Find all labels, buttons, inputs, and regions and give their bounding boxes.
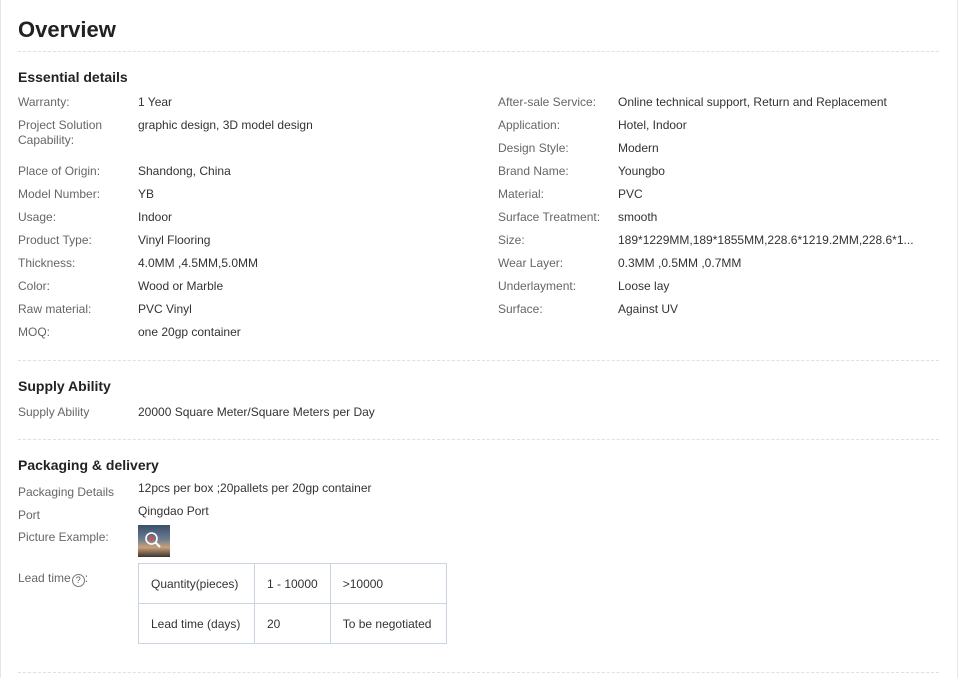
detail-row-after-sale: After-sale Service: Online technical sup…	[498, 95, 938, 118]
detail-value: Wood or Marble	[138, 279, 224, 293]
detail-value: PVC	[618, 187, 643, 201]
table-cell: Quantity(pieces)	[138, 563, 255, 604]
detail-label: Place of Origin:	[18, 164, 101, 178]
detail-row-usage: Usage: Indoor	[18, 210, 488, 233]
detail-label: Design Style:	[498, 141, 569, 155]
detail-row-raw-material: Raw material: PVC Vinyl	[18, 302, 488, 325]
table-cell: Lead time (days)	[138, 603, 255, 644]
detail-row-moq: MOQ: one 20gp container	[18, 325, 488, 348]
detail-value: one 20gp container	[138, 325, 241, 339]
supply-ability-label: Supply Ability	[18, 405, 90, 419]
detail-label: Raw material:	[18, 302, 92, 316]
detail-row-design-style: Design Style: Modern	[498, 141, 938, 164]
detail-label: Project Solution Capability:	[18, 118, 103, 147]
picture-example-thumbnail[interactable]	[138, 525, 170, 557]
detail-label: Product Type:	[18, 233, 92, 247]
supply-ability-section: Supply Ability Supply Ability 20000 Squa…	[18, 361, 939, 439]
detail-row-brand-name: Brand Name: Youngbo	[498, 164, 938, 187]
detail-label: Warranty:	[18, 95, 70, 109]
zoom-in-icon	[145, 532, 161, 548]
detail-value: 0.3MM ,0.5MM ,0.7MM	[618, 256, 742, 270]
help-circle-icon[interactable]: ?	[71, 574, 85, 587]
detail-row-surface-treatment: Surface Treatment: smooth	[498, 210, 938, 233]
detail-row-color: Color: Wood or Marble	[18, 279, 488, 302]
section-title-supply: Supply Ability	[18, 378, 111, 394]
detail-value: Modern	[618, 141, 659, 155]
detail-value: Hotel, Indoor	[618, 118, 687, 132]
table-cell: To be negotiated	[329, 603, 447, 644]
detail-row-warranty: Warranty: 1 Year	[18, 95, 488, 118]
detail-label: Size:	[498, 233, 525, 247]
detail-row-thickness: Thickness: 4.0MM ,4.5MM,5.0MM	[18, 256, 488, 279]
product-details-panel: Overview Essential details Warranty: 1 Y…	[0, 0, 958, 678]
detail-label: Brand Name:	[498, 164, 569, 178]
section-title-essential: Essential details	[18, 69, 128, 85]
detail-row-product-type: Product Type: Vinyl Flooring	[18, 233, 488, 256]
table-cell: >10000	[329, 563, 447, 604]
detail-row-model-number: Model Number: YB	[18, 187, 488, 210]
detail-value: graphic design, 3D model design	[138, 118, 313, 132]
detail-value: Against UV	[618, 302, 679, 316]
detail-label: Thickness:	[18, 256, 76, 270]
detail-value: 189*1229MM,189*1855MM,228.6*1219.2MM,228…	[618, 233, 914, 247]
essential-left-column: Warranty: 1 Year Project Solution Capabi…	[18, 95, 488, 348]
detail-label: Wear Layer:	[498, 256, 564, 270]
detail-value: Shandong, China	[138, 164, 231, 178]
detail-value: 1 Year	[138, 95, 173, 109]
detail-row-project-solution: Project Solution Capability: graphic des…	[18, 118, 488, 164]
page-title: Overview	[18, 17, 116, 42]
detail-row-underlayment: Underlayment: Loose lay	[498, 279, 938, 302]
detail-label: Surface:	[498, 302, 543, 316]
table-cell: 1 - 10000	[254, 563, 331, 604]
detail-row-surface: Surface: Against UV	[498, 302, 938, 325]
table-row: Quantity(pieces) 1 - 10000 >10000	[138, 563, 447, 604]
port-row: Port Qingdao Port	[18, 504, 938, 527]
section-title-packaging: Packaging & delivery	[18, 457, 159, 473]
lead-time-label: Lead time?:	[18, 571, 89, 587]
detail-row-material: Material: PVC	[498, 187, 938, 210]
detail-value: PVC Vinyl	[138, 302, 192, 316]
essential-right-column: After-sale Service: Online technical sup…	[498, 95, 938, 325]
detail-label: Surface Treatment:	[498, 210, 601, 224]
supply-ability-value: 20000 Square Meter/Square Meters per Day	[138, 405, 375, 419]
essential-details-section: Essential details Warranty: 1 Year Proje…	[18, 52, 939, 360]
packaging-delivery-section: Packaging & delivery Packaging Details 1…	[18, 440, 939, 672]
picture-example-row: Picture Example:	[18, 525, 938, 564]
port-value: Qingdao Port	[138, 504, 209, 518]
table-row: Lead time (days) 20 To be negotiated	[138, 603, 447, 644]
detail-value: Indoor	[138, 210, 173, 224]
detail-row-application: Application: Hotel, Indoor	[498, 118, 938, 141]
detail-value: Online technical support, Return and Rep…	[618, 95, 887, 109]
detail-label: Material:	[498, 187, 545, 201]
packaging-details-row: Packaging Details 12pcs per box ;20palle…	[18, 481, 938, 504]
divider	[18, 672, 939, 673]
detail-value: Vinyl Flooring	[138, 233, 211, 247]
detail-label: Color:	[18, 279, 51, 293]
detail-value: Youngbo	[618, 164, 665, 178]
detail-value: Loose lay	[618, 279, 670, 293]
detail-row-origin: Place of Origin: Shandong, China	[18, 164, 488, 187]
detail-label: After-sale Service:	[498, 95, 597, 109]
detail-value: smooth	[618, 210, 658, 224]
detail-label: Application:	[498, 118, 561, 132]
detail-value: 4.0MM ,4.5MM,5.0MM	[138, 256, 259, 270]
detail-value: YB	[138, 187, 155, 201]
table-cell: 20	[254, 603, 331, 644]
detail-label: MOQ:	[18, 325, 50, 339]
detail-label: Model Number:	[18, 187, 101, 201]
lead-time-row: Lead time?: Quantity(pieces) 1 - 10000 >…	[18, 563, 938, 653]
packaging-details-value: 12pcs per box ;20pallets per 20gp contai…	[138, 481, 372, 495]
port-label: Port	[18, 508, 41, 522]
packaging-details-label: Packaging Details	[18, 485, 115, 499]
detail-label: Underlayment:	[498, 279, 577, 293]
detail-label: Usage:	[18, 210, 57, 224]
detail-row-wear-layer: Wear Layer: 0.3MM ,0.5MM ,0.7MM	[498, 256, 938, 279]
picture-example-label: Picture Example:	[18, 530, 109, 544]
lead-time-table: Quantity(pieces) 1 - 10000 >10000 Lead t…	[138, 563, 447, 644]
detail-row-size: Size: 189*1229MM,189*1855MM,228.6*1219.2…	[498, 233, 938, 256]
